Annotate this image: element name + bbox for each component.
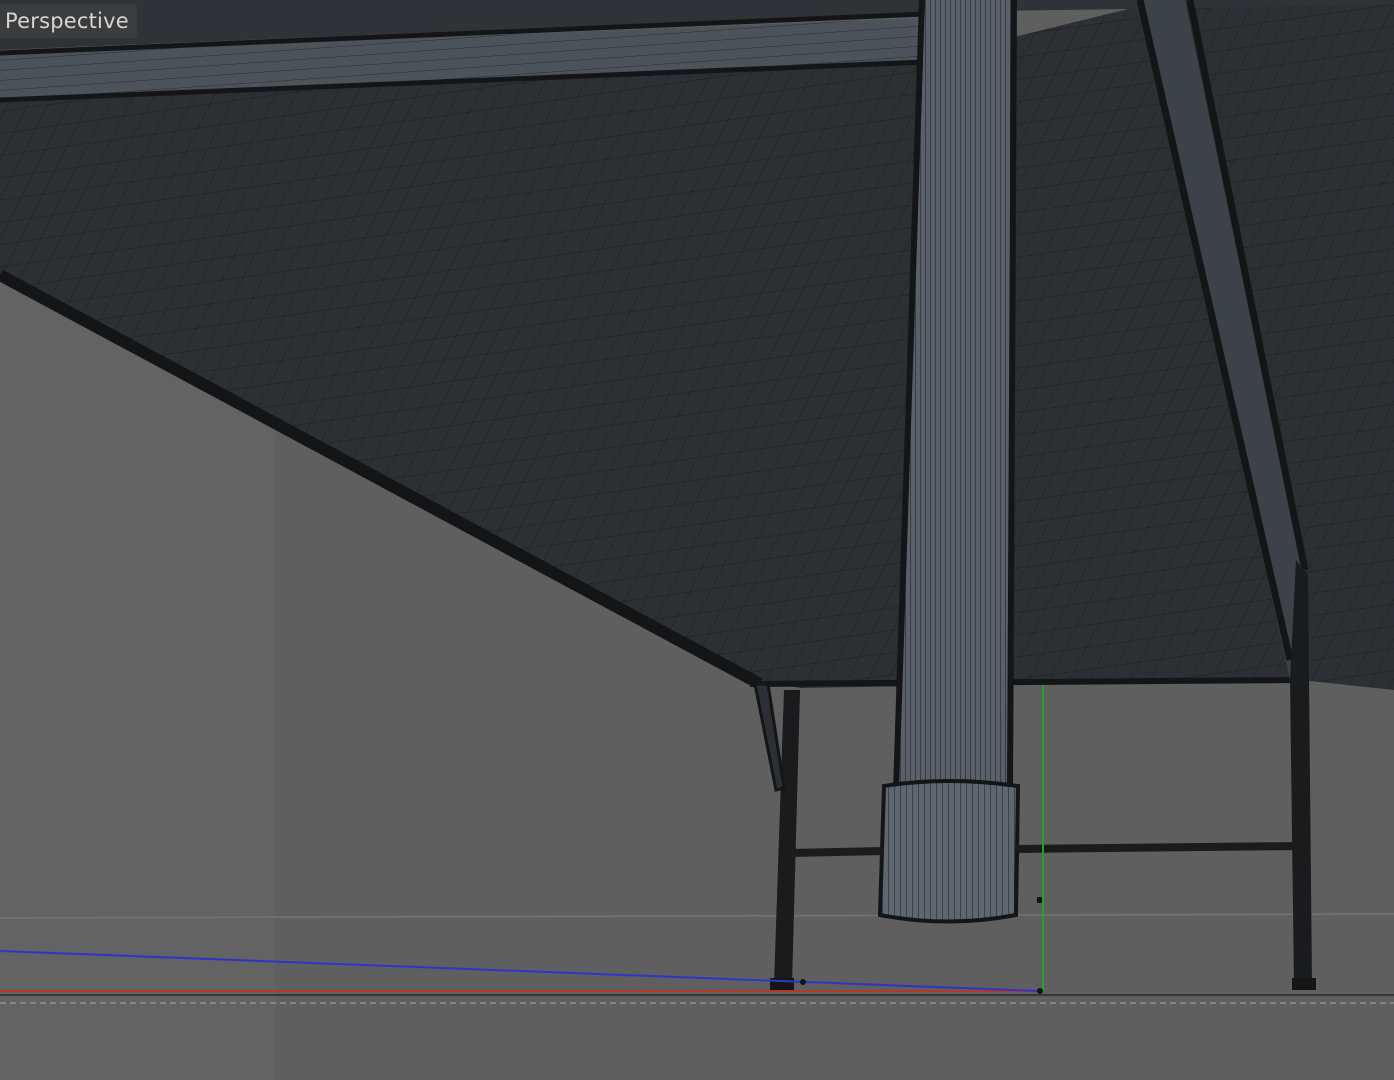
axis-origin: [1037, 988, 1043, 994]
column-foot[interactable]: [877, 779, 1021, 924]
column-edge-right: [1007, 0, 1017, 791]
leg-left[interactable]: [774, 690, 800, 985]
scene-canvas[interactable]: [0, 0, 1394, 1080]
crossbar-left: [789, 847, 885, 857]
z-axis-handle[interactable]: [800, 979, 806, 985]
leg-left-brace: [753, 682, 786, 792]
perspective-viewport[interactable]: Perspective: [0, 0, 1394, 1080]
leg-right-foot: [1292, 978, 1316, 990]
y-axis-handle[interactable]: [1037, 897, 1042, 903]
viewport-label[interactable]: Perspective: [0, 4, 137, 38]
crossbar-right: [1015, 842, 1301, 853]
mesh-bottom-edge: [749, 677, 1301, 687]
